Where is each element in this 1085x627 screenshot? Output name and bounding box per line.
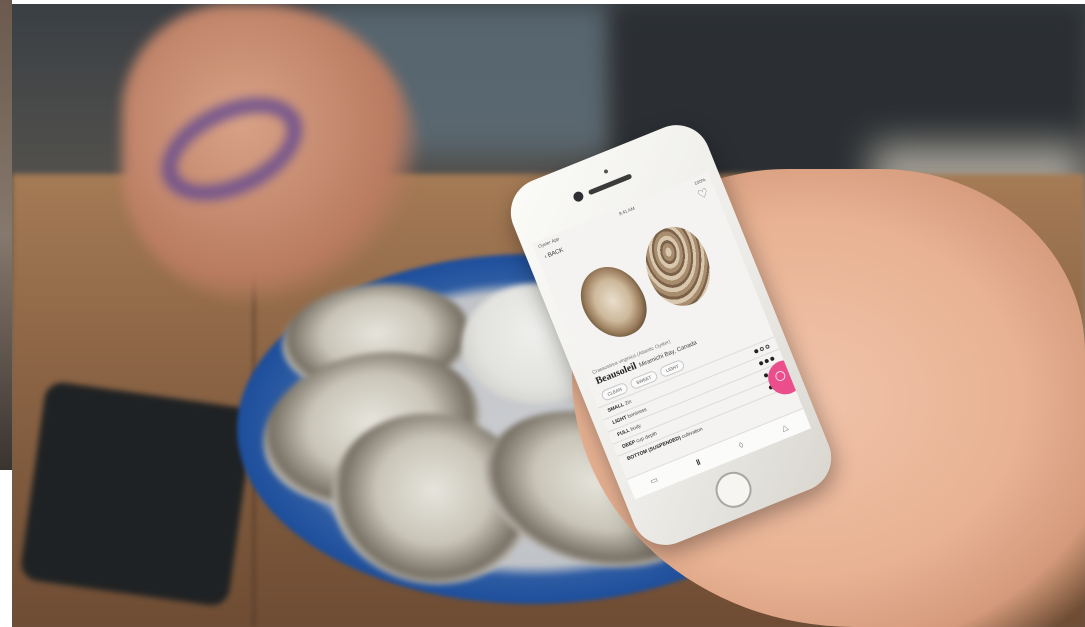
rating-dot (753, 348, 759, 354)
plus-icon (773, 369, 787, 383)
earpiece-speaker (587, 173, 633, 196)
pause-icon[interactable]: ‖ (695, 458, 702, 468)
alert-icon[interactable]: △ (780, 422, 789, 433)
hand-layer (12, 4, 1085, 627)
rating-dot (764, 358, 770, 364)
drop-icon[interactable]: ◊ (738, 440, 745, 450)
rating-dot (764, 344, 771, 350)
attribute-detail: cultivation (679, 426, 704, 441)
rating-dot (758, 360, 764, 366)
home-button[interactable] (710, 466, 757, 514)
front-camera (571, 190, 585, 204)
open-oyster-shell (569, 255, 658, 350)
rating-dot (769, 356, 775, 362)
left-photo-edge (0, 0, 12, 470)
list-icon[interactable]: ▭ (649, 475, 659, 486)
rating-dot (759, 346, 765, 352)
proximity-sensor (603, 168, 609, 175)
attribute-detail: 2in (622, 398, 633, 408)
closed-oyster-shell (639, 220, 717, 313)
